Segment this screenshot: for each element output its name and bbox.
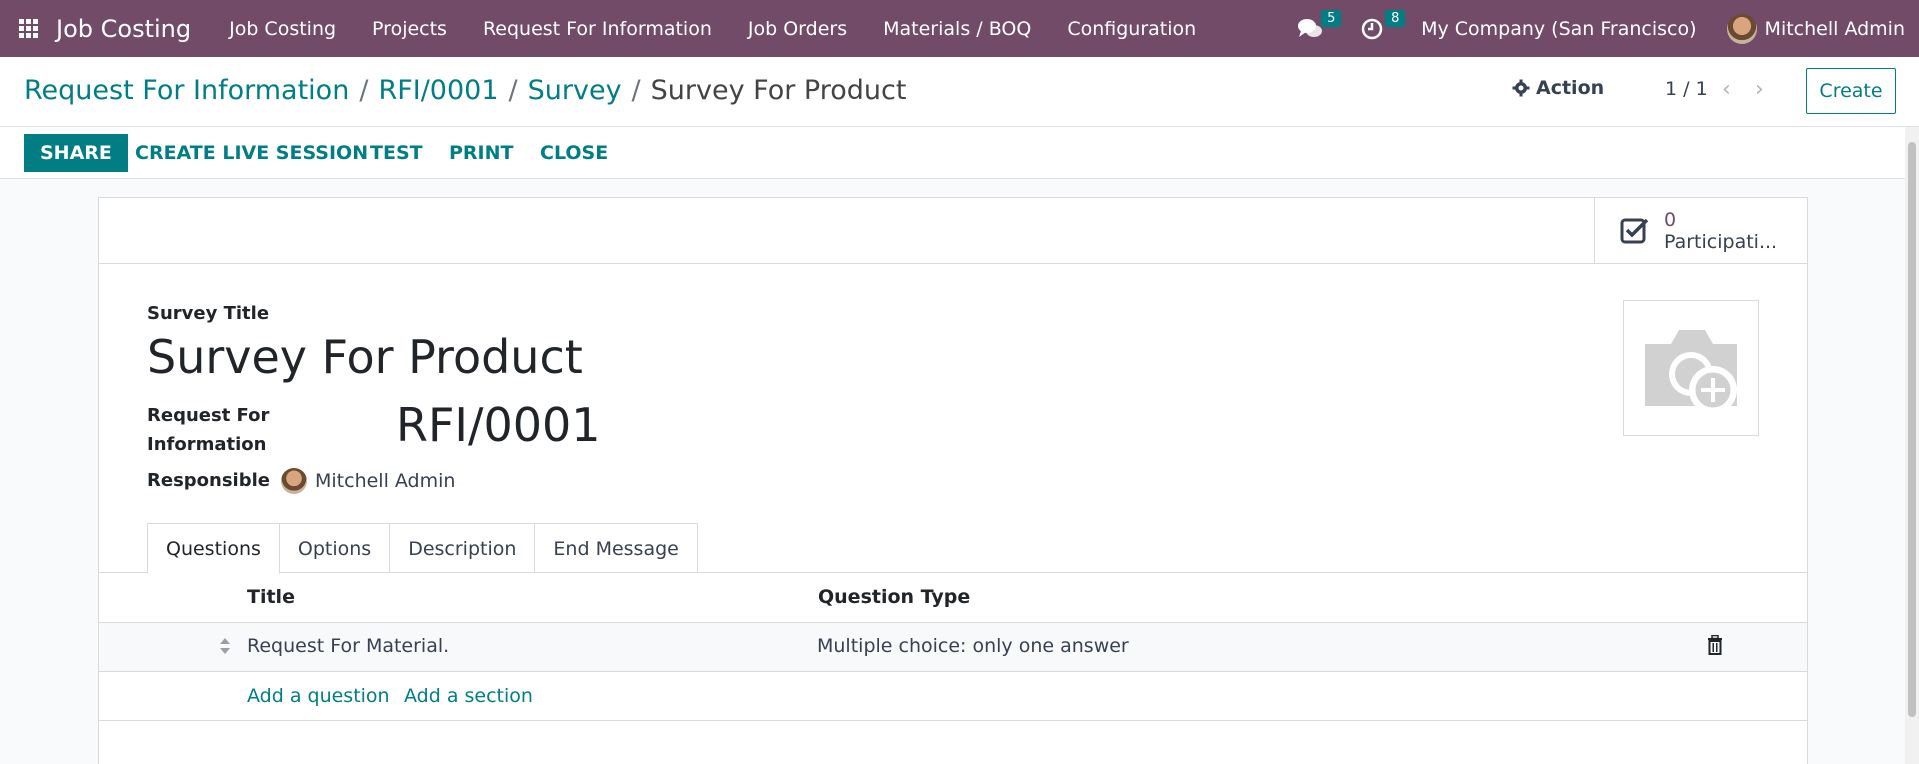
responsible-field[interactable]: Mitchell Admin [281,468,455,494]
breadcrumb-separator: / [508,75,518,106]
participations-count: 0 [1664,209,1677,231]
breadcrumb-separator: / [631,75,641,106]
pager-next-icon[interactable]: › [1755,77,1764,102]
breadcrumb-rfi[interactable]: RFI/0001 [378,75,498,106]
print-button[interactable]: PRINT [449,134,514,172]
survey-title-label: Survey Title [147,303,270,324]
scrollbar-thumb[interactable] [1908,142,1916,717]
add-question-link[interactable]: Add a question [247,685,390,707]
menu-projects[interactable]: Projects [354,18,465,40]
clock-icon [1361,18,1383,39]
responsible-name: Mitchell Admin [315,470,456,492]
test-button[interactable]: TEST [370,134,423,172]
user-menu[interactable]: Mitchell Admin [1726,13,1905,44]
check-square-icon [1620,218,1649,244]
tab-description[interactable]: Description [389,523,536,573]
close-button[interactable]: CLOSE [540,134,608,172]
company-switcher[interactable]: My Company (San Francisco) [1421,18,1696,40]
trash-icon[interactable] [1707,635,1723,655]
form-sheet: 0 Participati... Survey Title Survey For… [98,197,1808,764]
share-button[interactable]: SHARE [24,134,128,172]
add-section-link[interactable]: Add a section [404,685,533,707]
top-navbar: Job Costing Job Costing Projects Request… [0,0,1919,57]
menu-job-costing[interactable]: Job Costing [211,18,354,40]
gear-icon [1512,79,1530,97]
rfi-field[interactable]: RFI/0001 [396,398,601,452]
app-brand[interactable]: Job Costing [56,15,191,43]
breadcrumb-survey[interactable]: Survey [528,75,622,106]
column-title[interactable]: Title [247,586,295,608]
breadcrumb: Request For Information / RFI/0001 / Sur… [24,75,906,106]
messages-badge: 5 [1321,9,1342,27]
column-question-type[interactable]: Question Type [818,586,970,608]
table-header: Title Question Type [99,573,1807,623]
add-line-row: Add a question Add a section [99,672,1807,721]
table-row[interactable]: Request For Material. Multiple choice: o… [99,623,1807,672]
action-label: Action [1536,77,1605,99]
participations-button[interactable]: 0 Participati... [1594,198,1807,264]
row-title: Request For Material. [247,635,450,657]
form-statusbar: SHARE CREATE LIVE SESSION TEST PRINT CLO… [0,127,1919,179]
responsible-label: Responsible [147,470,270,491]
pager-value[interactable]: 1 / 1 [1665,78,1708,100]
action-menu-button[interactable]: Action [1512,77,1604,99]
image-upload[interactable] [1623,300,1759,436]
menu-request-for-information[interactable]: Request For Information [465,18,730,40]
user-avatar [1726,13,1757,44]
pager-previous-icon[interactable]: ‹ [1722,77,1731,102]
tab-options[interactable]: Options [278,523,391,573]
responsible-avatar [281,468,307,494]
create-live-session-button[interactable]: CREATE LIVE SESSION [135,134,368,172]
breadcrumb-request-for-information[interactable]: Request For Information [24,75,349,106]
page-scrollbar[interactable] [1905,127,1919,764]
questions-table: Title Question Type Request For Material… [99,573,1807,721]
breadcrumb-current: Survey For Product [650,75,907,106]
menu-materials-boq[interactable]: Materials / BOQ [865,18,1049,40]
rfi-label-line1: Request For [147,405,270,426]
tab-questions[interactable]: Questions [147,523,280,574]
messages-button[interactable]: 5 [1297,9,1342,40]
user-name: Mitchell Admin [1764,17,1905,40]
rfi-label: Request For Information [147,401,269,459]
camera-plus-icon [1645,330,1737,414]
rfi-label-line2: Information [147,434,267,455]
activities-badge: 8 [1385,9,1406,27]
survey-title-field[interactable]: Survey For Product [147,330,583,384]
tab-end-message[interactable]: End Message [534,523,698,573]
control-panel: Request For Information / RFI/0001 / Sur… [0,57,1919,127]
create-button[interactable]: Create [1806,68,1896,114]
menu-configuration[interactable]: Configuration [1049,18,1214,40]
drag-handle-icon[interactable] [219,637,231,655]
participations-label: Participati... [1664,231,1778,253]
activities-button[interactable]: 8 [1361,9,1406,40]
form-tabs: Questions Options Description End Messag… [147,523,698,574]
row-question-type: Multiple choice: only one answer [817,635,1129,657]
chat-icon [1298,18,1323,37]
smart-button-box: 0 Participati... [99,198,1807,264]
breadcrumb-separator: / [359,75,369,106]
apps-menu-icon[interactable] [19,18,39,39]
menu-job-orders[interactable]: Job Orders [730,18,865,40]
